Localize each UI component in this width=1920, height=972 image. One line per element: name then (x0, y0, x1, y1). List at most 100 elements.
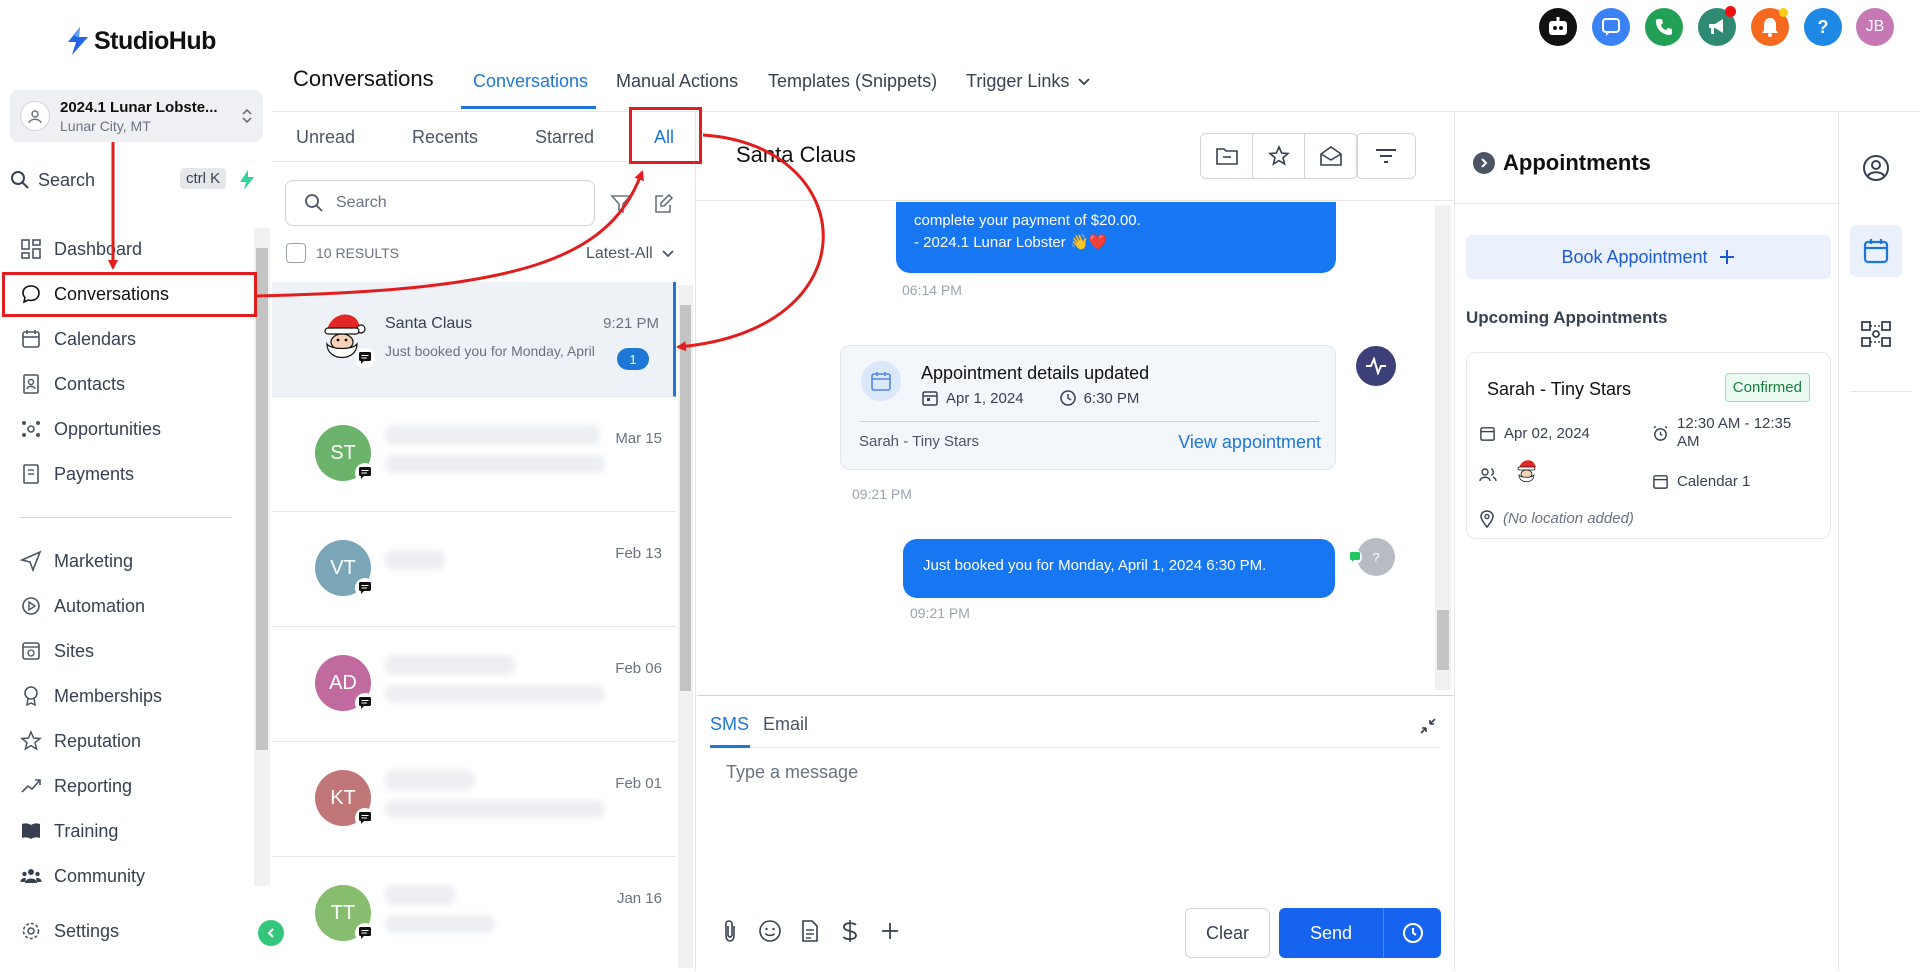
phone-button[interactable] (1645, 8, 1683, 46)
tab-sms[interactable]: SMS (710, 714, 749, 735)
emoji-button[interactable] (756, 917, 784, 945)
appointment-card[interactable]: Sarah - Tiny Stars Confirmed Apr 02, 202… (1466, 352, 1831, 539)
bot-button[interactable] (1539, 8, 1577, 46)
appointments-rail-button[interactable] (1850, 225, 1902, 277)
clock-icon (1059, 390, 1076, 406)
sidebar-item-dashboard[interactable]: Dashboard (20, 229, 250, 269)
notification-dot (1725, 6, 1736, 17)
attach-button[interactable] (716, 917, 744, 945)
appointments-panel-divider (1454, 111, 1455, 971)
notifications-button[interactable] (1751, 8, 1789, 46)
help-button[interactable]: ? (1804, 8, 1842, 46)
clear-button[interactable]: Clear (1185, 908, 1270, 958)
send-icon (20, 550, 42, 572)
redacted-name (385, 425, 600, 445)
sidebar-item-training[interactable]: Training (20, 811, 250, 851)
sidebar-item-opportunities[interactable]: Opportunities (20, 409, 250, 449)
sidebar-item-label: Sites (54, 640, 95, 661)
list-scrollbar[interactable] (678, 285, 693, 968)
book-appointment-button[interactable]: Book Appointment (1466, 235, 1831, 279)
sidebar-item-label: Reporting (54, 775, 133, 796)
appointment-calendar-row: Calendar 1 (1652, 473, 1750, 490)
conversation-item-santa-claus[interactable]: Santa Claus Just booked you for Monday, … (272, 282, 676, 397)
sidebar-item-community[interactable]: Community (20, 856, 250, 896)
calendar-icon (1480, 427, 1495, 441)
active-tab-indicator (461, 106, 596, 109)
help-icon: ? (1817, 16, 1829, 37)
location-switcher[interactable]: 2024.1 Lunar Lobste... Lunar City, MT (10, 90, 263, 142)
appointment-date-row: Apr 02, 2024 (1479, 425, 1590, 442)
sms-channel-icon (355, 808, 375, 828)
conversation-date: Feb 01 (615, 775, 662, 792)
star-button[interactable] (1253, 134, 1305, 178)
conversation-item[interactable]: VT Feb 13 (272, 512, 676, 627)
trend-icon (21, 779, 41, 793)
lightning-icon[interactable] (238, 169, 256, 191)
tab-conversations[interactable]: Conversations (473, 71, 588, 92)
mark-read-button[interactable] (1305, 134, 1357, 178)
chat-filter-button[interactable] (1356, 133, 1416, 179)
schedule-send-button[interactable] (1383, 908, 1441, 958)
tab-manual-actions[interactable]: Manual Actions (616, 71, 738, 92)
tab-starred[interactable]: Starred (535, 127, 594, 148)
appointments-header-divider (1455, 203, 1838, 204)
announcements-button[interactable] (1698, 6, 1736, 46)
sidebar-scrollbar[interactable] (254, 228, 270, 886)
view-appointment-link[interactable]: View appointment (1178, 432, 1321, 453)
sidebar-item-memberships[interactable]: Memberships (20, 676, 250, 716)
sidebar-item-reporting[interactable]: Reporting (20, 766, 250, 806)
rail-divider (1850, 391, 1912, 392)
more-actions-button[interactable] (876, 917, 904, 945)
minimize-icon[interactable] (1418, 716, 1438, 736)
tab-email[interactable]: Email (763, 714, 808, 735)
messages-button[interactable] (1592, 8, 1630, 46)
conversation-item[interactable]: KT Feb 01 (272, 742, 676, 857)
conversation-item[interactable]: AD Feb 06 (272, 627, 676, 742)
compose-icon[interactable] (652, 193, 674, 215)
appointment-time: 12:30 AM - 12:35 AM (1677, 415, 1792, 450)
sidebar-item-automation[interactable]: Automation (20, 586, 250, 626)
chat-scrollbar[interactable] (1435, 205, 1451, 690)
alarm-icon (1653, 425, 1668, 441)
sort-dropdown[interactable]: Latest-All (586, 245, 675, 263)
workflow-button[interactable] (1856, 314, 1896, 354)
sidebar-item-sites[interactable]: Sites (20, 631, 250, 671)
sidebar-item-calendars[interactable]: Calendars (20, 319, 250, 359)
message-textarea[interactable] (710, 752, 1440, 892)
envelope-open-icon (1320, 146, 1342, 166)
collapse-panel-button[interactable] (1473, 152, 1495, 174)
sidebar-item-settings[interactable]: Settings (20, 911, 250, 951)
santa-avatar-icon (1517, 460, 1536, 483)
book-appointment-label: Book Appointment (1561, 246, 1708, 267)
conversation-search[interactable]: Search (285, 180, 595, 226)
message-icon (1602, 18, 1620, 36)
tab-trigger-links[interactable]: Trigger Links (966, 71, 1091, 92)
sidebar-item-marketing[interactable]: Marketing (20, 541, 250, 581)
contact-details-button[interactable] (1856, 148, 1896, 188)
conversation-item[interactable]: ST Mar 15 (272, 397, 676, 512)
appointments-title: Appointments (1503, 150, 1651, 175)
template-button[interactable] (796, 917, 824, 945)
user-avatar[interactable]: JB (1856, 8, 1894, 46)
tab-templates[interactable]: Templates (Snippets) (768, 71, 937, 92)
select-all[interactable]: 10 RESULTS (286, 243, 399, 263)
send-button[interactable]: Send (1279, 908, 1383, 958)
filter-icon[interactable] (610, 193, 632, 215)
sidebar-item-reputation[interactable]: Reputation (20, 721, 250, 761)
folder-button[interactable] (1201, 134, 1253, 178)
upcoming-appointments-title: Upcoming Appointments (1466, 308, 1668, 327)
brand-logo[interactable]: StudioHub (66, 26, 216, 56)
sidebar-search[interactable]: Search ctrl K (10, 163, 262, 197)
payment-link-button[interactable] (836, 917, 864, 945)
message-input[interactable] (710, 752, 1440, 892)
tab-recents[interactable]: Recents (412, 127, 478, 148)
tab-unread[interactable]: Unread (296, 127, 355, 148)
conversation-item[interactable]: TT Jan 16 (272, 857, 676, 972)
select-all-checkbox[interactable] (286, 243, 306, 263)
calendar-icon (1863, 239, 1889, 264)
conversation-date: Feb 13 (615, 545, 662, 562)
sidebar-item-payments[interactable]: Payments (20, 454, 250, 494)
message-timestamp: 06:14 PM (902, 282, 962, 298)
sidebar-item-contacts[interactable]: Contacts (20, 364, 250, 404)
redacted-preview (385, 915, 495, 933)
